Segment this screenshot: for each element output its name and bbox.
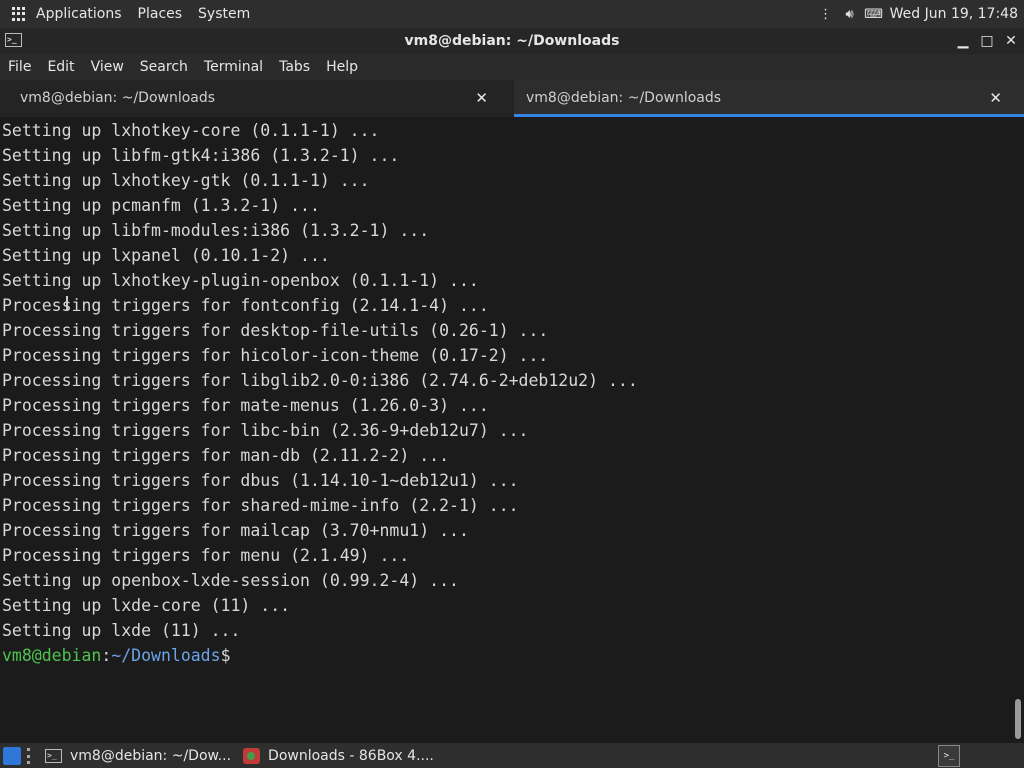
prompt-user: vm8@debian xyxy=(2,646,102,665)
terminal-line: Setting up lxhotkey-core (0.1.1-1) ... xyxy=(2,121,380,140)
minimize-button[interactable]: ▁ xyxy=(954,32,972,50)
terminal-prompt: vm8@debian:~/Downloads$ xyxy=(2,643,231,668)
volume-icon[interactable]: 🔊︎ xyxy=(842,6,858,22)
terminal-line: Setting up lxde (11) ... xyxy=(2,621,241,640)
tab-label: vm8@debian: ~/Downloads xyxy=(20,90,216,106)
menu-terminal[interactable]: Terminal xyxy=(196,59,271,75)
system-tray: ⋮ 🔊︎ ⌨︎ Wed Jun 19, 17:48 xyxy=(818,6,1024,22)
terminal-line: Processing triggers for libc-bin (2.36-9… xyxy=(2,421,529,440)
menu-edit[interactable]: Edit xyxy=(39,59,82,75)
terminal-line: Setting up libfm-modules:i386 (1.3.2-1) … xyxy=(2,221,430,240)
window-title: vm8@debian: ~/Downloads xyxy=(404,33,620,49)
menu-tabs[interactable]: Tabs xyxy=(271,59,318,75)
apps-grid-icon[interactable] xyxy=(12,7,26,21)
tab-2-active[interactable]: vm8@debian: ~/Downloads ✕ xyxy=(514,80,1024,117)
86box-icon xyxy=(243,747,261,764)
terminal-line: Setting up lxhotkey-plugin-openbox (0.1.… xyxy=(2,271,479,290)
terminal-line: Setting up libfm-gtk4:i386 (1.3.2-1) ... xyxy=(2,146,400,165)
terminal-line: Processing triggers for man-db (2.11.2-2… xyxy=(2,446,450,465)
menu-applications[interactable]: Applications xyxy=(36,6,122,22)
top-panel: Applications Places System ⋮ 🔊︎ ⌨︎ Wed J… xyxy=(0,0,1024,28)
close-button[interactable]: ✕ xyxy=(1002,32,1020,50)
terminal-line: Processing triggers for shared-mime-info… xyxy=(2,496,519,515)
terminal-line: Processing triggers for libglib2.0-0:i38… xyxy=(2,371,638,390)
menu-view[interactable]: View xyxy=(83,59,132,75)
prompt-separator: : xyxy=(101,646,112,665)
tab-bar: vm8@debian: ~/Downloads ✕ vm8@debian: ~/… xyxy=(0,80,1024,117)
taskbar-item-label: Downloads - 86Box 4.... xyxy=(268,747,434,764)
maximize-button[interactable]: □ xyxy=(978,32,996,50)
menubar: File Edit View Search Terminal Tabs Help xyxy=(0,54,1024,80)
terminal-line: Setting up lxpanel (0.10.1-2) ... xyxy=(2,246,330,265)
scrollbar-thumb[interactable] xyxy=(1015,699,1021,739)
terminal-line: Processing triggers for mate-menus (1.26… xyxy=(2,396,489,415)
terminal-line: Setting up pcmanfm (1.3.2-1) ... xyxy=(2,196,320,215)
terminal-output[interactable]: Setting up lxhotkey-core (0.1.1-1) ... S… xyxy=(0,117,1010,743)
taskbar-item-terminal[interactable]: >_ vm8@debian: ~/Dow... xyxy=(39,743,237,768)
text-cursor-icon xyxy=(66,296,68,311)
show-desktop-icon[interactable] xyxy=(3,746,21,765)
menu-search[interactable]: Search xyxy=(132,59,196,75)
menu-help[interactable]: Help xyxy=(318,59,366,75)
terminal-line: Processing triggers for fontconfig (2.14… xyxy=(2,296,489,315)
window-titlebar[interactable]: >_ vm8@debian: ~/Downloads ▁ □ ✕ xyxy=(0,28,1024,54)
bottom-taskbar: >_ vm8@debian: ~/Dow... Downloads - 86Bo… xyxy=(0,743,1024,768)
tab-label: vm8@debian: ~/Downloads xyxy=(526,90,722,106)
prompt-symbol: $ xyxy=(220,646,231,665)
taskbar-item-86box[interactable]: Downloads - 86Box 4.... xyxy=(237,743,440,768)
terminal-line: Setting up lxde-core (11) ... xyxy=(2,596,291,615)
terminal-icon[interactable]: >_ xyxy=(5,33,22,47)
tab-close-icon[interactable]: ✕ xyxy=(475,89,488,107)
terminal-line: Processing triggers for desktop-file-uti… xyxy=(2,321,549,340)
kebab-menu-icon[interactable]: ⋮ xyxy=(818,6,834,22)
keyboard-icon[interactable]: ⌨︎ xyxy=(864,6,883,22)
clock[interactable]: Wed Jun 19, 17:48 xyxy=(890,6,1018,22)
terminal-line: Setting up openbox-lxde-session (0.99.2-… xyxy=(2,571,459,590)
prompt-path: ~/Downloads xyxy=(111,646,221,665)
terminal-line: Processing triggers for dbus (1.14.10-1~… xyxy=(2,471,519,490)
menu-file[interactable]: File xyxy=(0,59,39,75)
taskbar-item-label: vm8@debian: ~/Dow... xyxy=(70,747,232,764)
terminal-scrollbar[interactable] xyxy=(1010,117,1024,743)
tab-close-icon[interactable]: ✕ xyxy=(989,89,1002,107)
terminal-line: Processing triggers for menu (2.1.49) ..… xyxy=(2,546,410,565)
terminal-line: Processing triggers for hicolor-icon-the… xyxy=(2,346,549,365)
terminal-icon: >_ xyxy=(45,748,62,763)
menu-system[interactable]: System xyxy=(198,6,250,22)
taskbar-separator xyxy=(27,747,33,764)
terminal-line: Setting up lxhotkey-gtk (0.1.1-1) ... xyxy=(2,171,370,190)
terminal-launcher-icon[interactable]: >_ xyxy=(938,744,960,767)
menu-places[interactable]: Places xyxy=(138,6,183,22)
terminal-line: Processing triggers for mailcap (3.70+nm… xyxy=(2,521,469,540)
tab-1[interactable]: vm8@debian: ~/Downloads ✕ xyxy=(0,80,510,117)
